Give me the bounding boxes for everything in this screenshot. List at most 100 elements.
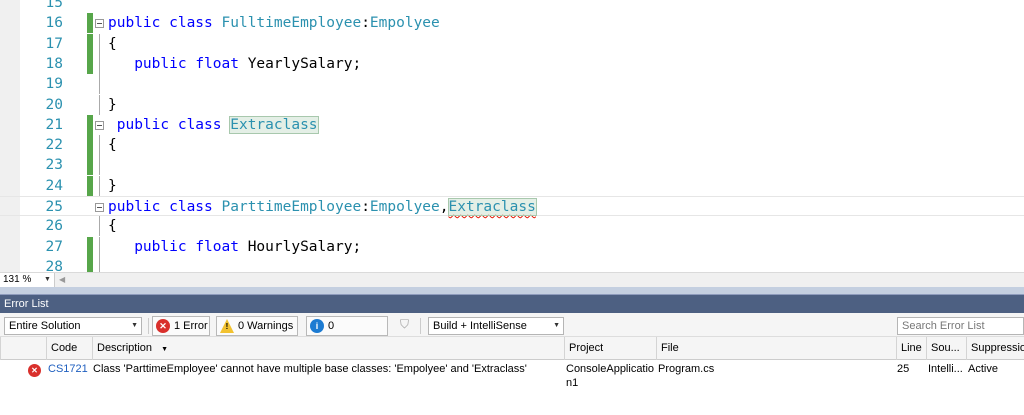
code-type-name: Extraclass (447, 198, 537, 216)
code-line[interactable]: 26 { (0, 216, 1024, 237)
code-editor[interactable]: 15 16 public class FulltimeEmployee:Empoly… (0, 0, 1024, 272)
column-header-project[interactable]: Project (564, 337, 656, 360)
search-placeholder: Search Error List (902, 320, 985, 332)
code-type-name: ParttimeEmployee (221, 199, 362, 215)
collapse-region-icon[interactable] (95, 120, 104, 130)
search-error-list-input[interactable]: Search Error List (897, 317, 1024, 335)
scope-dropdown[interactable]: Entire Solution ▼ (4, 317, 142, 335)
code-line[interactable]: 27 public float HourlySalary; (0, 236, 1024, 257)
column-header-suppression[interactable]: Suppressio (966, 337, 1024, 360)
messages-filter-button[interactable]: i 0 Messages (306, 316, 388, 350)
code-token: } (108, 96, 117, 113)
outline-guide-line (99, 256, 100, 272)
collapse-region-icon[interactable] (95, 19, 104, 29)
code-keyword: public (134, 55, 196, 72)
code-text: { (108, 34, 117, 54)
column-header-file[interactable]: File (656, 337, 896, 360)
text-caret (535, 199, 537, 215)
code-line[interactable]: 20} (0, 94, 1024, 115)
error-line: 25 (897, 363, 910, 375)
code-token: : (361, 15, 370, 32)
change-tracking-bar (87, 33, 93, 54)
warnings-filter-button[interactable]: ! 0 Warnings (216, 316, 298, 336)
code-keyword: float (195, 238, 248, 255)
error-suppression: Active (968, 363, 998, 375)
column-header-description[interactable]: Description ▼ (92, 337, 564, 360)
error-project-line2: n1 (566, 377, 579, 389)
column-header-code[interactable]: Code (46, 337, 92, 360)
zoom-level-dropdown[interactable]: 131 % ▼ (0, 273, 55, 287)
code-line[interactable]: 17 { (0, 33, 1024, 54)
scope-label: Entire Solution (9, 320, 81, 332)
code-text: public float YearlySalary; (108, 54, 361, 74)
code-line[interactable]: 18 public float YearlySalary; (0, 53, 1024, 74)
code-token: { (108, 137, 117, 154)
code-line[interactable]: 24} (0, 175, 1024, 196)
error-description: Class 'ParttimeEmployee' cannot have mul… (93, 363, 527, 375)
column-header-icon[interactable] (0, 337, 46, 360)
outline-guide-line (99, 94, 100, 115)
outline-guide-line (99, 74, 100, 95)
line-number: 22 (45, 137, 63, 154)
code-type-name: Extraclass (229, 115, 319, 134)
code-text: } (108, 95, 117, 115)
code-keyword: public (108, 15, 170, 32)
table-row[interactable]: ✕ CS1721 Class 'ParttimeEmployee' cannot… (0, 360, 1024, 394)
horizontal-scrollbar[interactable] (70, 273, 1024, 287)
change-tracking-bar (87, 236, 93, 257)
info-circle-icon: i (310, 319, 324, 333)
outline-guide-line (99, 33, 100, 54)
error-code-link[interactable]: CS1721 (48, 362, 92, 376)
code-type-name: Empolyee (369, 15, 440, 32)
code-line[interactable]: 15 (0, 0, 1024, 13)
scroll-left-icon[interactable]: ◀ (59, 273, 65, 287)
panel-divider[interactable] (0, 287, 1024, 295)
code-text: public class ParttimeEmployee:Empolyee,E… (108, 197, 537, 217)
line-number: 16 (45, 15, 63, 32)
code-text: public float HourlySalary; (108, 237, 361, 257)
chevron-down-icon: ▼ (131, 322, 138, 329)
editor-bottom-bar: 131 % ▼ ◀ (0, 272, 1024, 287)
code-line[interactable]: 22 { (0, 135, 1024, 156)
outline-guide-line (99, 175, 100, 196)
line-number: 26 (45, 218, 63, 235)
build-filter-dropdown[interactable]: Build + IntelliSense ▼ (428, 317, 564, 335)
code-keyword: public (108, 199, 170, 215)
errors-filter-label: 1 Error (174, 320, 208, 332)
outline-guide-line (99, 155, 100, 176)
code-token: YearlySalary; (247, 55, 362, 72)
code-line[interactable]: 25 public class ParttimeEmployee:Empolyee… (0, 196, 1024, 216)
error-source: Intelli... (928, 363, 963, 375)
toolbar-separator (148, 318, 149, 334)
code-line[interactable]: 16 public class FulltimeEmployee:Empolyee (0, 13, 1024, 34)
code-keyword: public (134, 238, 196, 255)
line-number: 27 (45, 238, 63, 255)
errors-filter-button[interactable]: ✕ 1 Error (152, 316, 210, 336)
code-line[interactable]: 21 public class Extraclass (0, 114, 1024, 135)
column-header-source[interactable]: Sou... (926, 337, 966, 360)
code-text: public class FulltimeEmployee:Empolyee (108, 13, 440, 33)
column-header-line[interactable]: Line (896, 337, 926, 360)
collapse-region-icon[interactable] (95, 203, 104, 212)
code-text: public class Extraclass (108, 115, 319, 135)
column-header-description-label: Description (97, 342, 153, 354)
code-line[interactable]: 28 (0, 256, 1024, 272)
change-tracking-bar (87, 114, 93, 135)
change-tracking-bar (87, 13, 93, 34)
line-number: 28 (45, 258, 63, 272)
code-token: : (361, 199, 370, 215)
chevron-down-icon: ▼ (553, 322, 560, 329)
line-number: 24 (45, 177, 63, 194)
error-project-line1: ConsoleApplicatio (566, 363, 655, 375)
line-number: 18 (45, 55, 63, 72)
code-type-name: Empolyee (369, 199, 440, 215)
code-line[interactable]: 23 (0, 155, 1024, 176)
error-list-toolbar: Entire Solution ▼ ✕ 1 Error ! 0 Warnings… (0, 313, 1024, 350)
panel-title: Error List (0, 295, 1024, 313)
code-token: } (108, 177, 117, 194)
code-line[interactable]: 19 (0, 74, 1024, 95)
code-text: } (108, 176, 117, 196)
code-keyword: float (195, 55, 248, 72)
line-number: 25 (45, 199, 63, 215)
filter-icon[interactable]: ⛉ (400, 317, 409, 332)
